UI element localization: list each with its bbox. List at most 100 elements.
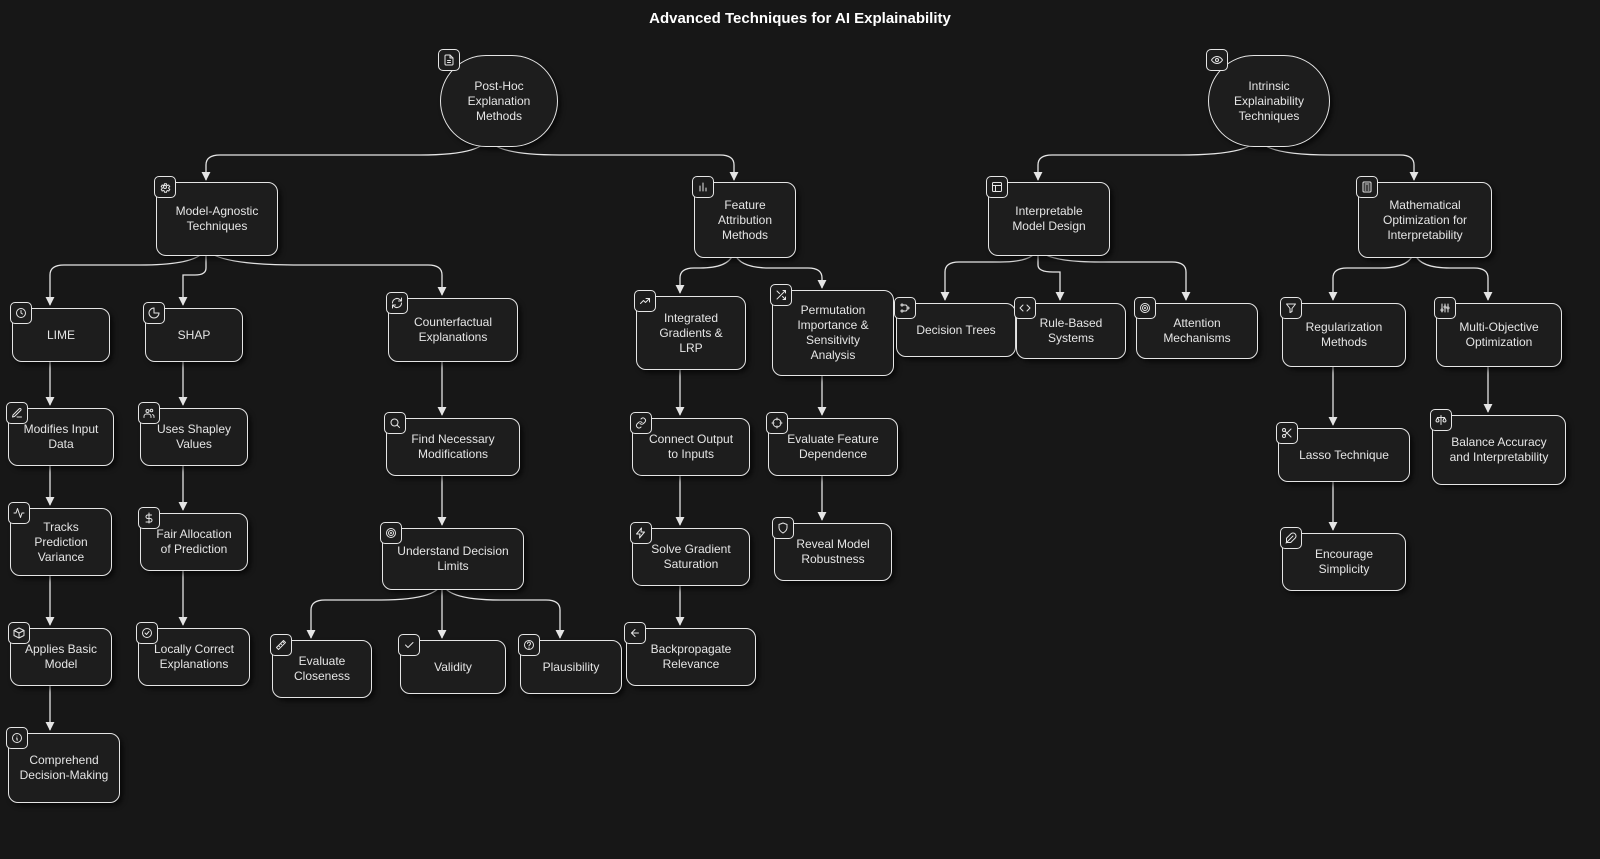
gear-icon [154, 176, 176, 198]
node-locally-correct: Locally Correct Explanations [138, 628, 250, 686]
sliders-icon [1434, 297, 1456, 319]
node-modifies-input: Modifies Input Data [8, 408, 114, 466]
activity-icon [8, 502, 30, 524]
trend-icon [634, 290, 656, 312]
node-label: Encourage Simplicity [1293, 547, 1395, 577]
node-label: Interpretable Model Design [999, 204, 1099, 234]
node-label: Rule-Based Systems [1027, 316, 1115, 346]
bar-chart-icon [692, 176, 714, 198]
node-label: Evaluate Closeness [283, 654, 361, 684]
node-label: Find Necessary Modifications [397, 432, 509, 462]
node-label: Understand Decision Limits [393, 544, 513, 574]
node-shapley-values: Uses Shapley Values [140, 408, 248, 466]
node-interpretable-design: Interpretable Model Design [988, 182, 1110, 256]
node-attention: Attention Mechanisms [1136, 303, 1258, 359]
clock-icon [10, 302, 32, 324]
node-lime: LIME [12, 308, 110, 362]
zap-icon [630, 522, 652, 544]
diagram-title: Advanced Techniques for AI Explainabilit… [0, 10, 1600, 27]
node-find-modifications: Find Necessary Modifications [386, 418, 520, 476]
arrow-left-icon [624, 622, 646, 644]
scissors-icon [1276, 422, 1298, 444]
dollar-icon [138, 507, 160, 529]
filter-icon [1280, 297, 1302, 319]
node-intrinsic: Intrinsic Explainability Techniques [1208, 55, 1330, 147]
node-label: Permutation Importance & Sensitivity Ana… [783, 303, 883, 363]
node-label: Balance Accuracy and Interpretability [1443, 435, 1555, 465]
help-icon [518, 634, 540, 656]
node-backprop-relevance: Backpropagate Relevance [626, 628, 756, 686]
node-label: Model-Agnostic Techniques [167, 204, 267, 234]
node-label: Connect Output to Inputs [643, 432, 739, 462]
node-label: Reveal Model Robustness [785, 537, 881, 567]
feather-icon [1280, 527, 1302, 549]
pie-icon [143, 302, 165, 324]
node-plausibility: Plausibility [520, 640, 622, 694]
node-label: Intrinsic Explainability Techniques [1219, 79, 1319, 124]
node-multi-objective: Multi-Objective Optimization [1436, 303, 1562, 367]
node-label: Comprehend Decision-Making [19, 753, 109, 783]
crosshair-icon [766, 412, 788, 434]
node-model-agnostic: Model-Agnostic Techniques [156, 182, 278, 256]
node-counterfactual: Counterfactual Explanations [388, 298, 518, 362]
node-label: Plausibility [543, 660, 600, 675]
node-lasso: Lasso Technique [1278, 428, 1410, 482]
node-shap: SHAP [145, 308, 243, 362]
node-label: Feature Attribution Methods [705, 198, 785, 243]
file-icon [438, 49, 460, 71]
node-label: Applies Basic Model [21, 642, 101, 672]
node-tracks-variance: Tracks Prediction Variance [10, 508, 112, 576]
edit-icon [6, 402, 28, 424]
node-label: Tracks Prediction Variance [21, 520, 101, 565]
node-balance-accuracy: Balance Accuracy and Interpretability [1432, 415, 1566, 485]
node-label: Attention Mechanisms [1147, 316, 1247, 346]
cube-icon [8, 622, 30, 644]
node-decision-trees: Decision Trees [896, 303, 1016, 357]
node-comprehend-decision: Comprehend Decision-Making [8, 733, 120, 803]
node-label: Mathematical Optimization for Interpreta… [1369, 198, 1481, 243]
branch-icon [894, 297, 916, 319]
node-fair-allocation: Fair Allocation of Prediction [140, 513, 248, 571]
node-label: Multi-Objective Optimization [1447, 320, 1551, 350]
node-evaluate-closeness: Evaluate Closeness [272, 640, 372, 698]
node-label: Fair Allocation of Prediction [151, 527, 237, 557]
node-label: Locally Correct Explanations [149, 642, 239, 672]
target2-icon [380, 522, 402, 544]
node-label: Integrated Gradients & LRP [647, 311, 735, 356]
node-integrated-grad: Integrated Gradients & LRP [636, 296, 746, 370]
node-solve-gradient: Solve Gradient Saturation [632, 528, 750, 586]
node-label: Decision Trees [916, 323, 995, 338]
node-label: Solve Gradient Saturation [643, 542, 739, 572]
eye-icon [1206, 49, 1228, 71]
info-icon [6, 727, 28, 749]
code-icon [1014, 297, 1036, 319]
node-regularization: Regularization Methods [1282, 303, 1406, 367]
node-understand-limits: Understand Decision Limits [382, 528, 524, 590]
node-label: Post-Hoc Explanation Methods [451, 79, 547, 124]
diagram-stage: Advanced Techniques for AI Explainabilit… [0, 0, 1600, 859]
scale-icon [1430, 409, 1452, 431]
refresh-icon [386, 292, 408, 314]
node-label: Lasso Technique [1299, 448, 1389, 463]
node-feature-attribution: Feature Attribution Methods [694, 182, 796, 258]
node-rule-based: Rule-Based Systems [1016, 303, 1126, 359]
node-math-opt: Mathematical Optimization for Interpreta… [1358, 182, 1492, 258]
layout-icon [986, 176, 1008, 198]
node-label: Regularization Methods [1293, 320, 1395, 350]
calculator-icon [1356, 176, 1378, 198]
users-icon [138, 402, 160, 424]
shuffle-icon [770, 284, 792, 306]
node-eval-feature-dep: Evaluate Feature Dependence [768, 418, 898, 476]
node-applies-basic-model: Applies Basic Model [10, 628, 112, 686]
link-icon [630, 412, 652, 434]
ruler-icon [270, 634, 292, 656]
node-label: Evaluate Feature Dependence [779, 432, 887, 462]
check-icon [398, 634, 420, 656]
node-connect-output: Connect Output to Inputs [632, 418, 750, 476]
shield-icon [772, 517, 794, 539]
node-label: Modifies Input Data [19, 422, 103, 452]
node-label: Validity [434, 660, 472, 675]
search-icon [384, 412, 406, 434]
node-encourage-simplicity: Encourage Simplicity [1282, 533, 1406, 591]
node-label: LIME [47, 328, 75, 343]
